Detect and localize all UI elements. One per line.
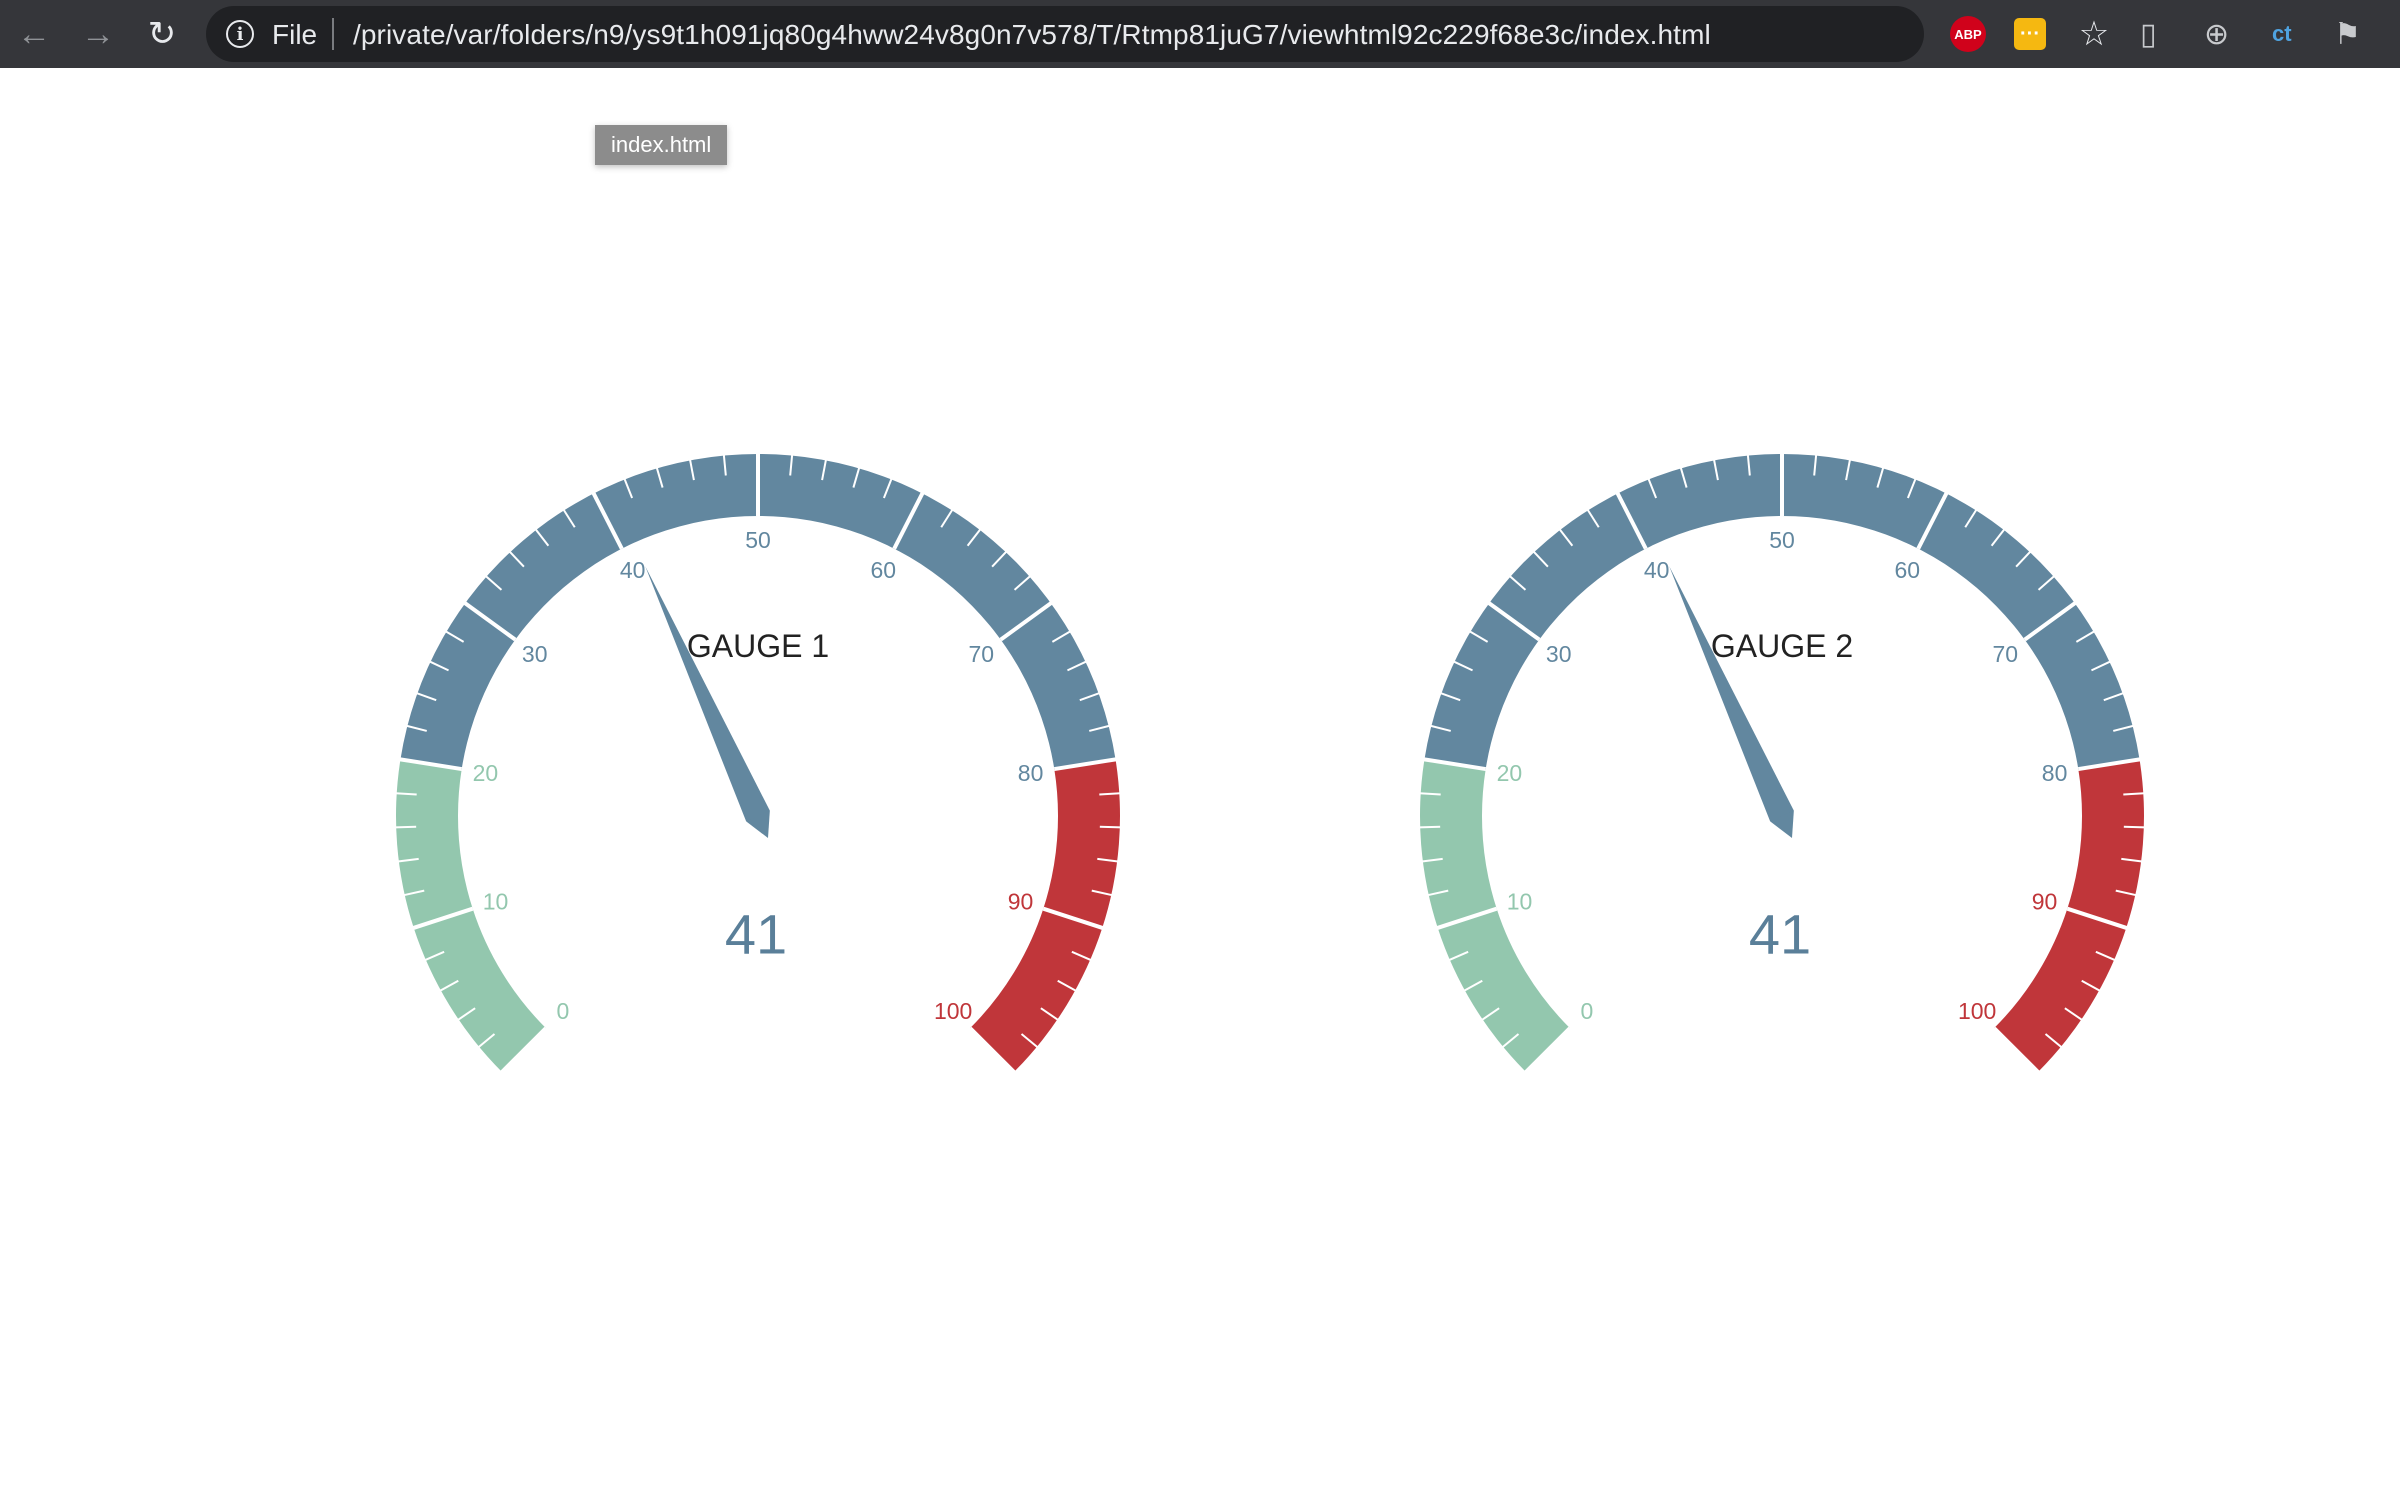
back-arrow-icon[interactable]: ←: [10, 10, 58, 58]
gauge-2: 0 10 20 30 40 50 60 70 80 90 100 GAUGE 2 41: [1419, 453, 2145, 1075]
gauge-tick-label: 60: [871, 557, 897, 583]
reload-icon[interactable]: ↻: [138, 10, 186, 58]
gauge-tick-label: 100: [1958, 998, 1996, 1024]
gauge-tick-label: 20: [1497, 760, 1523, 786]
gauge-title: GAUGE 2: [1711, 628, 1853, 664]
eraser-extension-icon[interactable]: ▯: [2140, 14, 2157, 54]
gauge-tick-label: 30: [1546, 641, 1572, 667]
tab-tooltip: index.html: [595, 125, 728, 165]
gauge-tick-label: 70: [1992, 641, 2018, 667]
gauge-minor-tick: [395, 825, 417, 829]
gauge-band-2: [970, 759, 1120, 1072]
gauge-title: GAUGE 1: [687, 628, 829, 664]
overflow-dots-extension-icon[interactable]: ···: [2014, 18, 2046, 50]
gauge-band-2: [1994, 759, 2144, 1072]
gauge-minor-tick: [395, 792, 417, 796]
gauge-tick-label: 40: [1644, 557, 1670, 583]
gauge-tick-label: 80: [2042, 760, 2068, 786]
gauge-tick-label: 80: [1018, 760, 1044, 786]
gauge-value: 41: [725, 903, 787, 966]
gauge-minor-tick: [2123, 825, 2145, 829]
puzzle-extension-icon[interactable]: ⚑: [2334, 14, 2361, 54]
gauge-tick-label: 0: [556, 998, 569, 1024]
address-separator: [332, 18, 334, 50]
gauge-tick-label: 60: [1895, 557, 1921, 583]
gauge-1: 0 10 20 30 40 50 60 70 80 90 100 GAUGE 1 41: [395, 453, 1121, 1075]
gauge-minor-tick: [1419, 792, 1441, 796]
gauge-band-0: [1420, 759, 1570, 1072]
adblock-extension-icon[interactable]: ABP: [1950, 16, 1986, 52]
gauge-needle: [645, 566, 770, 822]
gauge-tick-label: 70: [968, 641, 994, 667]
gauge-tick-label: 0: [1580, 998, 1593, 1024]
address-bar[interactable]: i File /private/var/folders/n9/ys9t1h091…: [206, 6, 2109, 62]
gauge-tick-label: 40: [620, 557, 646, 583]
gauge-needle: [1669, 566, 1794, 822]
gauge-minor-tick: [1419, 825, 1441, 829]
url-text[interactable]: /private/var/folders/n9/ys9t1h091jq80g4h…: [353, 19, 1711, 51]
gauge-tick-label: 90: [2032, 888, 2058, 914]
ct-extension-icon[interactable]: ct: [2272, 14, 2292, 54]
site-info-icon[interactable]: i: [226, 20, 254, 48]
gauge-minor-tick: [2123, 792, 2145, 796]
browser-toolbar: ← → ↻ i File /private/var/folders/n9/ys9…: [0, 0, 2400, 68]
url-scheme-label: File: [272, 19, 318, 50]
gauge-tick-label: 30: [522, 641, 548, 667]
gauge-tick-label: 10: [1507, 888, 1533, 914]
gauge-minor-tick: [1099, 825, 1121, 829]
gauge-tick-label: 20: [473, 760, 499, 786]
gauge-minor-tick: [1099, 792, 1121, 796]
gauge-tick-label: 100: [934, 998, 972, 1024]
bookmark-star-icon[interactable]: ☆: [2074, 14, 2114, 54]
forward-arrow-icon[interactable]: →: [74, 10, 122, 58]
gauge-tick-label: 50: [745, 527, 771, 553]
gauge-value: 41: [1749, 903, 1811, 966]
gauge-tick-label: 10: [483, 888, 509, 914]
gauge-band-0: [396, 759, 546, 1072]
globe-extension-icon[interactable]: ⊕: [2204, 14, 2229, 54]
gauge-tick-label: 90: [1008, 888, 1034, 914]
gauge-tick-label: 50: [1769, 527, 1795, 553]
